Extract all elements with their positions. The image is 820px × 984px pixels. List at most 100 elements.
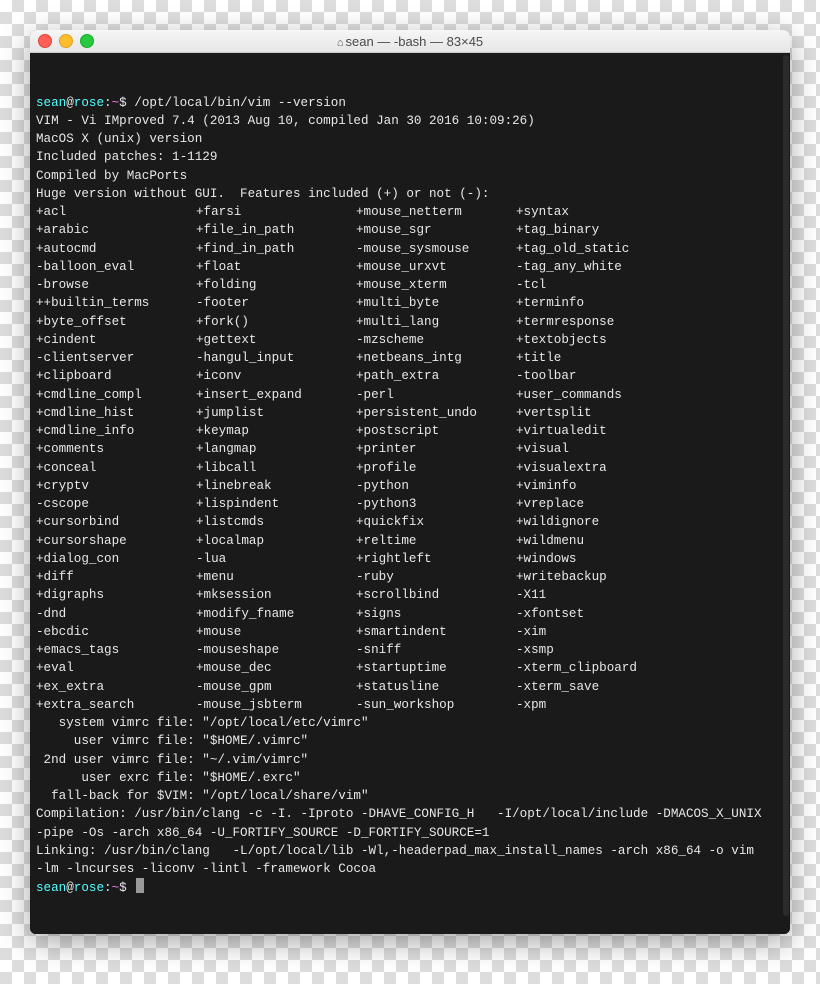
- feature-item: +ex_extra: [36, 678, 196, 696]
- feature-item: -dnd: [36, 605, 196, 623]
- feature-item: +multi_byte: [356, 294, 516, 312]
- feature-row: +cmdline_hist+jumplist+persistent_undo+v…: [36, 404, 784, 422]
- feature-item: +cmdline_compl: [36, 386, 196, 404]
- feature-item: +tag_old_static: [516, 240, 676, 258]
- feature-item: -python3: [356, 495, 516, 513]
- feature-item: +title: [516, 349, 676, 367]
- feature-item: +viminfo: [516, 477, 676, 495]
- feature-row: +dialog_con-lua+rightleft+windows: [36, 550, 784, 568]
- feature-item: +tag_binary: [516, 221, 676, 239]
- feature-item: -mouse_jsbterm: [196, 696, 356, 714]
- feature-item: +mouse_urxvt: [356, 258, 516, 276]
- titlebar[interactable]: ⌂sean — -bash — 83×45: [30, 30, 790, 53]
- feature-item: -mzscheme: [356, 331, 516, 349]
- feature-item: -ebcdic: [36, 623, 196, 641]
- feature-item: +libcall: [196, 459, 356, 477]
- feature-item: +gettext: [196, 331, 356, 349]
- prompt-at: @: [66, 96, 74, 110]
- feature-item: +wildignore: [516, 513, 676, 531]
- feature-item: +lispindent: [196, 495, 356, 513]
- traffic-lights: [38, 34, 94, 48]
- feature-item: +autocmd: [36, 240, 196, 258]
- prompt-host: rose: [74, 96, 104, 110]
- compile-info: Compilation: /usr/bin/clang -c -I. -Ipro…: [36, 805, 784, 878]
- feature-item: +path_extra: [356, 367, 516, 385]
- feature-item: -lua: [196, 550, 356, 568]
- feature-row: +cryptv+linebreak-python+viminfo: [36, 477, 784, 495]
- feature-item: +statusline: [356, 678, 516, 696]
- feature-item: +persistent_undo: [356, 404, 516, 422]
- feature-item: ++builtin_terms: [36, 294, 196, 312]
- feature-item: +syntax: [516, 203, 676, 221]
- feature-item: -xterm_save: [516, 678, 676, 696]
- scrollbar[interactable]: [783, 55, 789, 916]
- feature-row: +eval+mouse_dec+startuptime-xterm_clipbo…: [36, 659, 784, 677]
- feature-row: +clipboard+iconv+path_extra-toolbar: [36, 367, 784, 385]
- feature-item: -tcl: [516, 276, 676, 294]
- feature-item: +visualextra: [516, 459, 676, 477]
- feature-item: +terminfo: [516, 294, 676, 312]
- feature-item: +writebackup: [516, 568, 676, 586]
- feature-item: +smartindent: [356, 623, 516, 641]
- terminal-content[interactable]: sean@rose:~$ /opt/local/bin/vim --versio…: [30, 53, 790, 934]
- home-icon: ⌂: [337, 37, 344, 49]
- feature-item: -mouseshape: [196, 641, 356, 659]
- feature-item: +file_in_path: [196, 221, 356, 239]
- prompt-line-2: sean@rose:~$: [36, 881, 134, 895]
- feature-row: +acl+farsi+mouse_netterm+syntax: [36, 203, 784, 221]
- feature-item: -perl: [356, 386, 516, 404]
- feature-item: +acl: [36, 203, 196, 221]
- feature-item: +modify_fname: [196, 605, 356, 623]
- feature-item: +windows: [516, 550, 676, 568]
- feature-row: -ebcdic+mouse+smartindent-xim: [36, 623, 784, 641]
- feature-row: +conceal+libcall+profile+visualextra: [36, 459, 784, 477]
- feature-item: +signs: [356, 605, 516, 623]
- feature-item: +textobjects: [516, 331, 676, 349]
- feature-item: +netbeans_intg: [356, 349, 516, 367]
- feature-item: +fork(): [196, 313, 356, 331]
- feature-item: +keymap: [196, 422, 356, 440]
- command-text: /opt/local/bin/vim --version: [134, 96, 346, 110]
- feature-item: -python: [356, 477, 516, 495]
- feature-list: +acl+farsi+mouse_netterm+syntax+arabic+f…: [36, 203, 784, 714]
- feature-row: +emacs_tags-mouseshape-sniff-xsmp: [36, 641, 784, 659]
- feature-item: +cmdline_hist: [36, 404, 196, 422]
- feature-item: +profile: [356, 459, 516, 477]
- feature-item: -browse: [36, 276, 196, 294]
- feature-item: +localmap: [196, 532, 356, 550]
- feature-row: +cmdline_compl+insert_expand-perl+user_c…: [36, 386, 784, 404]
- feature-item: +mouse_dec: [196, 659, 356, 677]
- feature-item: -xsmp: [516, 641, 676, 659]
- feature-row: ++builtin_terms-footer+multi_byte+termin…: [36, 294, 784, 312]
- feature-row: +digraphs+mksession+scrollbind-X11: [36, 586, 784, 604]
- feature-row: -browse+folding+mouse_xterm-tcl: [36, 276, 784, 294]
- minimize-button[interactable]: [59, 34, 73, 48]
- prompt-user: sean: [36, 96, 66, 110]
- feature-item: +eval: [36, 659, 196, 677]
- feature-item: -sun_workshop: [356, 696, 516, 714]
- feature-item: -clientserver: [36, 349, 196, 367]
- feature-item: +linebreak: [196, 477, 356, 495]
- feature-row: +cursorbind+listcmds+quickfix+wildignore: [36, 513, 784, 531]
- feature-item: +conceal: [36, 459, 196, 477]
- feature-item: -mouse_gpm: [196, 678, 356, 696]
- close-button[interactable]: [38, 34, 52, 48]
- config-files: system vimrc file: "/opt/local/etc/vimrc…: [36, 714, 784, 805]
- window-title: ⌂sean — -bash — 83×45: [30, 34, 790, 49]
- feature-item: +byte_offset: [36, 313, 196, 331]
- feature-row: +cursorshape+localmap+reltime+wildmenu: [36, 532, 784, 550]
- feature-row: +cmdline_info+keymap+postscript+virtuale…: [36, 422, 784, 440]
- feature-item: +comments: [36, 440, 196, 458]
- cursor: [136, 878, 144, 893]
- maximize-button[interactable]: [80, 34, 94, 48]
- feature-row: +diff+menu-ruby+writebackup: [36, 568, 784, 586]
- feature-item: +virtualedit: [516, 422, 676, 440]
- feature-item: +quickfix: [356, 513, 516, 531]
- feature-item: -cscope: [36, 495, 196, 513]
- feature-item: -toolbar: [516, 367, 676, 385]
- feature-item: +wildmenu: [516, 532, 676, 550]
- feature-item: +reltime: [356, 532, 516, 550]
- feature-item: -mouse_sysmouse: [356, 240, 516, 258]
- feature-item: -footer: [196, 294, 356, 312]
- feature-item: +listcmds: [196, 513, 356, 531]
